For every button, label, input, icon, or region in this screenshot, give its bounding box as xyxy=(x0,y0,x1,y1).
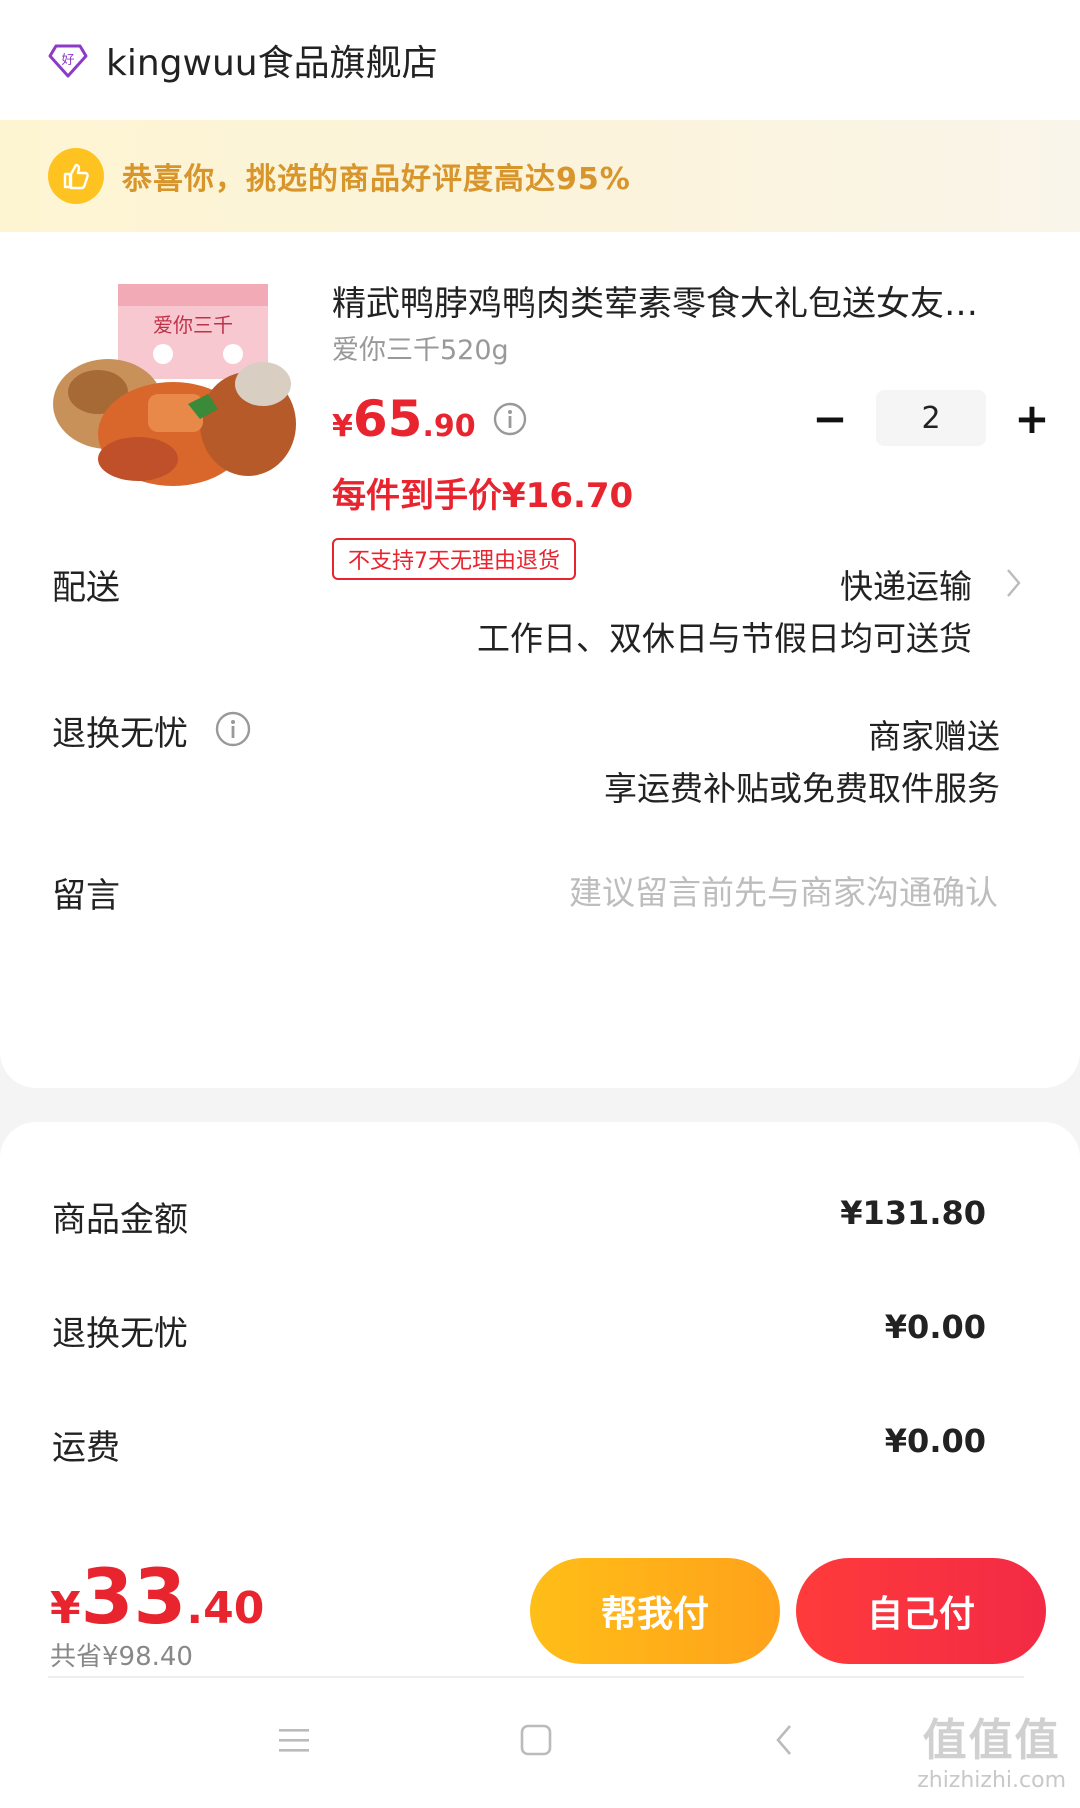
unit-price: 每件到手价¥16.70 xyxy=(332,476,634,516)
diamond-good-icon: 好 xyxy=(48,44,88,78)
menu-nav-button[interactable] xyxy=(264,1710,324,1770)
rating-banner: 恭喜你，挑选的商品好评度高达95% xyxy=(0,120,1080,232)
price-integer: 65 xyxy=(352,390,423,448)
return-service-provider: 商家赠送 xyxy=(868,717,1000,756)
return-service-fee-label: 退换无忧 xyxy=(52,1314,188,1354)
product-spec[interactable]: 爱你三千520g xyxy=(332,328,509,367)
total-price: ¥ 33 .40 xyxy=(50,1552,264,1641)
pay-myself-button[interactable]: 自己付 xyxy=(796,1558,1046,1664)
menu-icon xyxy=(279,1729,309,1752)
home-nav-button[interactable] xyxy=(506,1710,566,1770)
delivery-method[interactable]: 快递运输 xyxy=(840,560,972,608)
banner-text: 恭喜你，挑选的商品好评度高达95% xyxy=(122,162,631,197)
delivery-detail: 工作日、双休日与节假日均可送货 xyxy=(477,619,972,658)
checkout-bar: ¥ 33 .40 共省¥98.40 帮我付 自己付 xyxy=(0,1540,1080,1680)
return-service-detail: 享运费补贴或免费取件服务 xyxy=(604,769,1000,808)
total-decimal: .40 xyxy=(186,1583,265,1634)
square-icon xyxy=(520,1724,552,1756)
no-return-tag: 不支持7天无理由退货 xyxy=(332,538,576,580)
goods-amount-label: 商品金额 xyxy=(52,1200,188,1240)
order-card: 爱你三千 精武鸭脖鸡鸭肉类荤素零食大礼包送女友… 爱你三千520g ¥ 65 .… xyxy=(0,232,1080,1088)
delivery-label: 配送 xyxy=(52,568,120,608)
shipping-fee-label: 运费 xyxy=(52,1428,120,1468)
total-integer: 33 xyxy=(80,1552,187,1641)
return-service-label: 退换无忧 xyxy=(52,714,188,754)
watermark: 值值值 zhizhizhi.com xyxy=(917,1704,1066,1793)
svg-text:好: 好 xyxy=(61,53,74,68)
saved-amount: 共省¥98.40 xyxy=(50,1642,193,1672)
quantity-stepper: − 2 + xyxy=(810,390,1052,446)
back-nav-button[interactable] xyxy=(754,1710,814,1770)
box-text: 爱你三千 xyxy=(153,313,233,337)
return-service-fee-value: ¥0.00 xyxy=(884,1308,986,1346)
product-image[interactable]: 爱你三千 xyxy=(48,274,298,494)
store-header[interactable]: 好 kingwuu食品旗舰店 xyxy=(0,0,1080,120)
product-title[interactable]: 精武鸭脖鸡鸭肉类荤素零食大礼包送女友… xyxy=(332,276,1032,325)
total-symbol: ¥ xyxy=(50,1583,81,1634)
help-me-pay-button[interactable]: 帮我付 xyxy=(530,1558,780,1664)
shipping-fee-value: ¥0.00 xyxy=(884,1422,986,1460)
quantity-input[interactable]: 2 xyxy=(876,390,986,446)
watermark-url: zhizhizhi.com xyxy=(917,1768,1066,1793)
plus-button[interactable]: + xyxy=(1012,394,1052,443)
back-icon xyxy=(776,1725,791,1755)
divider xyxy=(48,1676,1024,1678)
message-input[interactable]: 建议留言前先与商家沟通确认 xyxy=(569,866,998,914)
minus-button[interactable]: − xyxy=(810,394,850,443)
thumbs-up-icon xyxy=(48,148,104,204)
price-summary: 商品金额 ¥131.80 退换无忧 ¥0.00 运费 ¥0.00 xyxy=(0,1122,1080,1542)
message-label: 留言 xyxy=(52,876,120,916)
goods-amount-value: ¥131.80 xyxy=(840,1194,986,1232)
store-name: kingwuu食品旗舰店 xyxy=(106,43,438,84)
info-icon[interactable] xyxy=(492,401,528,437)
info-icon[interactable] xyxy=(214,710,252,748)
product-price: ¥ 65 .90 xyxy=(332,390,528,448)
price-symbol: ¥ xyxy=(332,409,353,444)
watermark-logo: 值值值 xyxy=(922,1715,1061,1766)
chevron-right-icon[interactable] xyxy=(1004,566,1024,600)
price-decimal: .90 xyxy=(422,409,476,444)
